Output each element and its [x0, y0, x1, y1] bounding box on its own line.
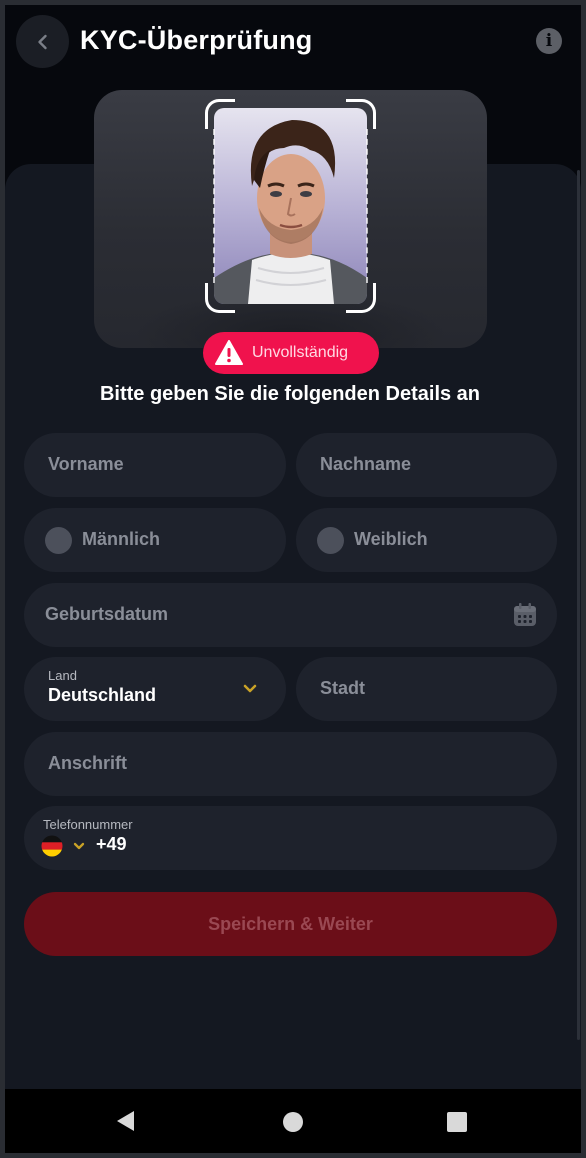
square-recents-icon[interactable]	[446, 1111, 468, 1133]
info-icon[interactable]: i	[536, 28, 562, 54]
phone-label: Telefonnummer	[43, 817, 133, 832]
save-continue-button[interactable]: Speichern & Weiter	[24, 892, 557, 956]
header: KYC-Überprüfung i	[5, 5, 581, 77]
chevron-left-icon	[37, 34, 47, 49]
germany-flag-icon	[41, 835, 63, 857]
phone-input[interactable]: Telefonnummer +49	[24, 806, 557, 870]
birthdate-input[interactable]: Geburtsdatum	[24, 583, 557, 647]
chevron-down-icon	[73, 842, 85, 850]
radio-button-male[interactable]	[45, 527, 72, 554]
phone-country-code: +49	[96, 834, 127, 854]
address-input[interactable]: Anschrift	[24, 732, 557, 796]
country-value: Deutschland	[48, 685, 157, 705]
save-continue-label: Speichern & Weiter	[208, 913, 373, 934]
first-name-placeholder: Vorname	[48, 454, 124, 474]
back-button[interactable]	[16, 15, 69, 68]
warning-triangle-icon	[215, 340, 243, 365]
calendar-icon[interactable]	[512, 602, 538, 628]
gender-female-option[interactable]: Weiblich	[296, 508, 557, 572]
last-name-input[interactable]: Nachname	[296, 433, 557, 497]
address-placeholder: Anschrift	[48, 753, 128, 773]
app-screen: KYC-Überprüfung i Unvollständig Bitte ge…	[5, 5, 581, 1153]
portrait-illustration	[214, 120, 367, 304]
status-badge: Unvollständig	[203, 332, 379, 374]
last-name-placeholder: Nachname	[320, 454, 412, 474]
city-placeholder: Stadt	[320, 678, 365, 698]
page-title: KYC-Überprüfung	[80, 25, 313, 55]
city-input[interactable]: Stadt	[296, 657, 557, 721]
system-nav-bar	[5, 1089, 581, 1153]
form-instruction: Bitte geben Sie die folgenden Details an	[99, 383, 481, 405]
radio-button-female[interactable]	[317, 527, 344, 554]
circle-home-icon[interactable]	[282, 1111, 304, 1133]
birthdate-placeholder: Geburtsdatum	[45, 604, 169, 624]
chevron-down-icon	[243, 684, 257, 693]
triangle-back-icon[interactable]	[115, 1110, 137, 1132]
gender-male-option[interactable]: Männlich	[24, 508, 286, 572]
country-select[interactable]: Land Deutschland	[24, 657, 286, 721]
profile-photo	[214, 108, 367, 304]
scrollbar[interactable]	[577, 170, 580, 1040]
face-scan-frame[interactable]	[205, 99, 376, 313]
status-label: Unvollständig	[252, 344, 349, 361]
country-label: Land	[48, 668, 77, 683]
gender-female-label: Weiblich	[354, 529, 428, 549]
country-code-picker[interactable]	[41, 834, 91, 858]
first-name-input[interactable]: Vorname	[24, 433, 286, 497]
gender-male-label: Männlich	[82, 529, 161, 549]
